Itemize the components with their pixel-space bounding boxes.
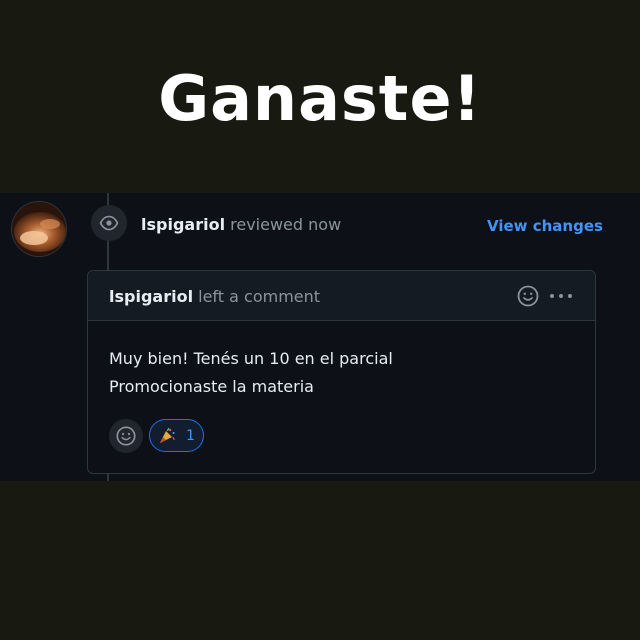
comment-header: lspigariol left a comment [88, 271, 595, 321]
review-action: reviewed now [230, 215, 342, 234]
comment-box: lspigariol left a comment Muy bien! Tené… [87, 270, 596, 474]
avatar[interactable] [11, 201, 67, 257]
comment-username[interactable]: lspigariol [109, 287, 193, 306]
comment-header-text: lspigariol left a comment [109, 287, 320, 306]
headline: Ganaste! [158, 62, 482, 135]
comment-line-1: Muy bien! Tenés un 10 en el parcial [109, 349, 393, 368]
review-line: lspigariol reviewed now [141, 215, 341, 234]
add-reaction-button[interactable] [109, 419, 143, 453]
view-changes-link[interactable]: View changes [487, 217, 603, 235]
comment-body: Muy bien! Tenés un 10 en el parcial Prom… [109, 345, 393, 401]
smiley-icon [116, 426, 136, 446]
comment-line-2: Promocionaste la materia [109, 377, 314, 396]
party-popper-icon [160, 427, 175, 443]
more-options-kebab-icon[interactable] [548, 284, 574, 308]
add-reaction-smiley-icon[interactable] [516, 284, 540, 308]
reaction-count: 1 [186, 427, 195, 444]
github-timeline-screenshot: lspigariol reviewed now View changes lsp… [0, 193, 640, 481]
review-username[interactable]: lspigariol [141, 215, 225, 234]
eye-icon [91, 205, 127, 241]
comment-action: left a comment [198, 287, 321, 306]
reaction-hooray-button[interactable]: 1 [149, 419, 204, 452]
